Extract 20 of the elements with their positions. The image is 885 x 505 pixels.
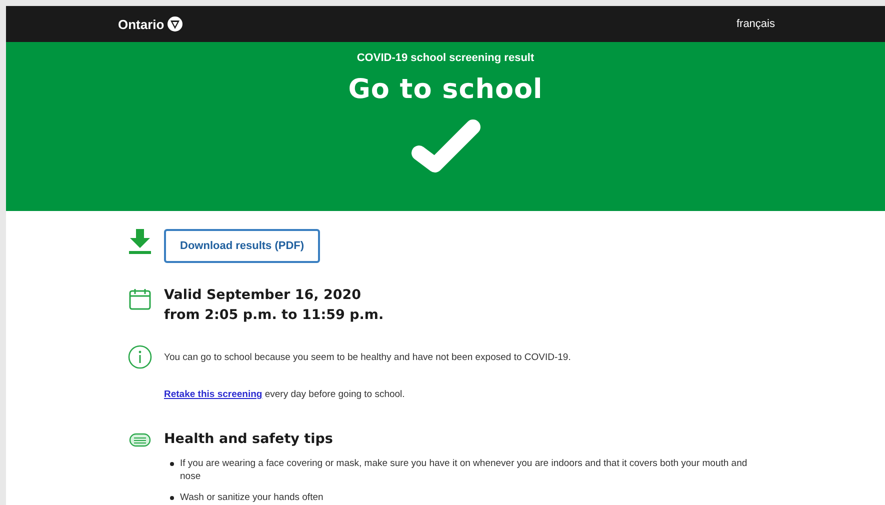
tip-text: Wash or sanitize your hands often (180, 491, 324, 504)
face-mask-icon (129, 433, 151, 447)
logo-text: Ontario (118, 16, 164, 32)
banner-title: Go to school (348, 74, 543, 105)
bullet-icon (170, 462, 174, 466)
retake-link[interactable]: Retake this screening (164, 389, 262, 400)
banner-subtitle: COVID-19 school screening result (356, 52, 534, 64)
calendar-icon (129, 288, 151, 310)
tips-heading: Health and safety tips (164, 430, 334, 449)
download-button[interactable]: Download results (PDF) (164, 229, 320, 263)
tip-text: If you are wearing a face covering or mask, make sure you have it on whenever you are indoors and that it covers both your mouth and nose (180, 457, 748, 483)
download-icon (129, 229, 151, 255)
retake-note: Retake this screening every day before going to school. (164, 388, 406, 401)
language-link[interactable]: français (736, 18, 775, 30)
info-text: You can go to school because you seem to be healthy and have not been exposed to COVID-19. (164, 351, 572, 364)
valid-date: Valid September 16, 2020 (164, 286, 362, 305)
info-icon (128, 345, 152, 369)
bullet-icon (170, 496, 174, 500)
checkmark-icon (408, 117, 482, 173)
valid-time: from 2:05 p.m. to 11:59 p.m. (164, 306, 385, 325)
